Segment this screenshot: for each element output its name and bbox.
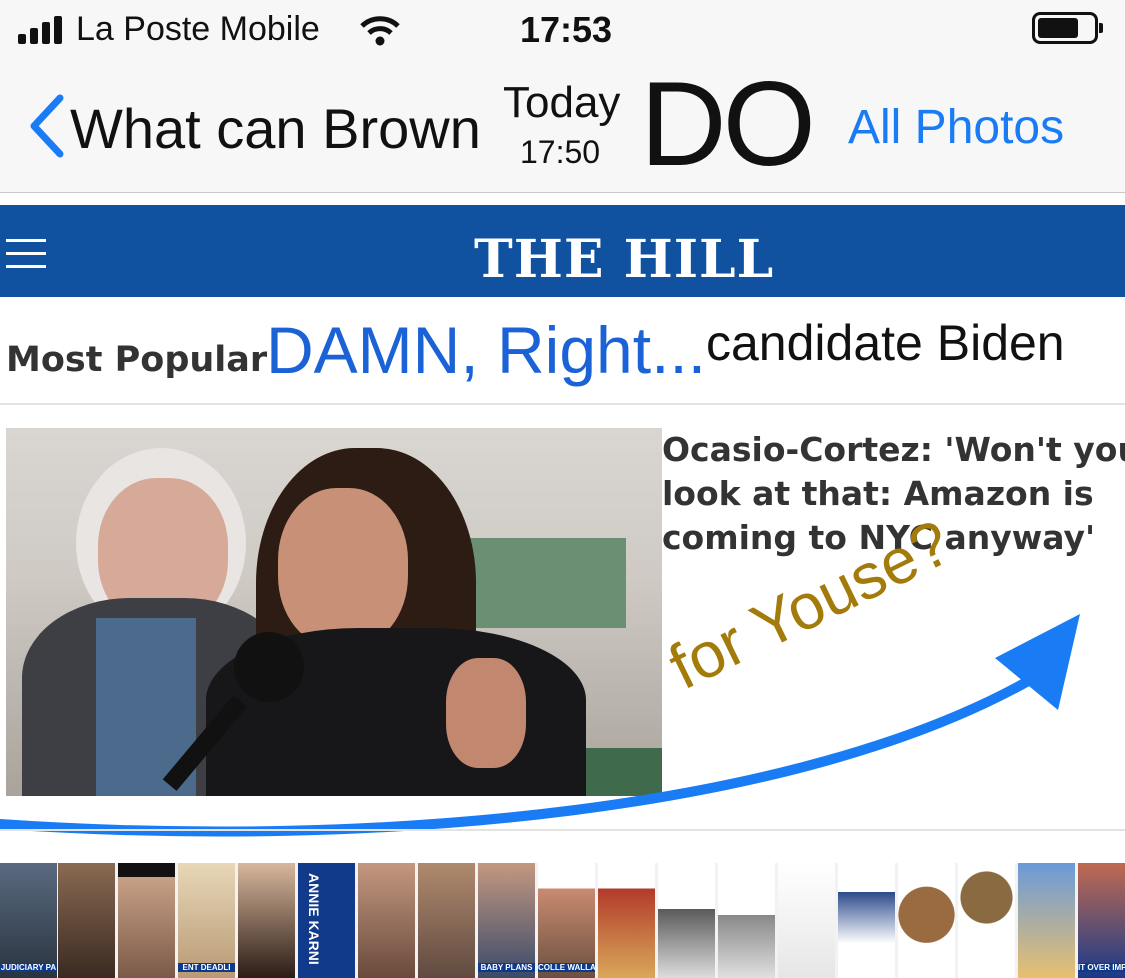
thumbnail[interactable]: ANNIE KARNI <box>298 863 355 978</box>
section-title: Most Popular <box>6 340 268 380</box>
overlay-damn-text: DAMN, Right... <box>266 313 707 387</box>
divider <box>0 403 1125 405</box>
carrier-name: La Poste Mobile <box>76 10 320 48</box>
date-label: Today <box>503 78 621 127</box>
signal-icon <box>18 14 66 44</box>
status-bar: La Poste Mobile 17:53 <box>0 0 1125 62</box>
thumbnail[interactable] <box>58 863 115 978</box>
headline-line-2: look at that: Amazon is <box>662 474 1094 513</box>
site-header: THE HILL <box>0 205 1125 297</box>
all-photos-button[interactable]: All Photos <box>848 100 1064 155</box>
time-label: 17:50 <box>520 134 601 170</box>
hamburger-menu-icon[interactable] <box>0 235 52 271</box>
thumbnail[interactable] <box>358 863 415 978</box>
thumbnail[interactable]: JUDICIARY PA <box>0 863 57 978</box>
thumbnail-label: COLLE WALLACE <box>538 963 595 972</box>
thumbnail[interactable] <box>898 863 955 978</box>
overlay-candidate-text: candidate Biden <box>706 315 1065 371</box>
clock: 17:53 <box>520 9 613 50</box>
overlay-do-text: DO <box>640 57 816 191</box>
thumbnail[interactable] <box>238 863 295 978</box>
thumbnail[interactable] <box>418 863 475 978</box>
headline-line-1: Ocasio-Cortez: 'Won't you <box>662 430 1125 469</box>
curved-arrow-icon <box>0 614 1080 837</box>
thumbnail[interactable]: COLLE WALLACE <box>538 863 595 978</box>
thumbnail[interactable]: ENT DEADLI <box>178 863 235 978</box>
thumbnail-label: JUDICIARY PA <box>0 963 57 972</box>
thumbnail[interactable] <box>658 863 715 978</box>
thumbnail-label: ANNIE KARNI <box>306 873 322 965</box>
chevron-left-icon[interactable] <box>26 94 66 158</box>
thumbnail-label: BABY PLANS <box>478 963 535 972</box>
thumbnail[interactable] <box>958 863 1015 978</box>
thumbnail[interactable] <box>598 863 655 978</box>
thumbnail[interactable] <box>1018 863 1075 978</box>
divider <box>0 829 1125 831</box>
thumbnail[interactable] <box>118 863 175 978</box>
photos-nav-bar: What can Brown Today 17:50 DO All Photos <box>0 62 1125 193</box>
back-button-label[interactable]: What can Brown <box>70 96 481 161</box>
thumbnail[interactable]: IT OVER IMPEACH <box>1078 863 1125 978</box>
thumbnail[interactable]: BABY PLANS <box>478 863 535 978</box>
wifi-icon <box>360 16 400 46</box>
thumbnail-label: ENT DEADLI <box>178 963 235 972</box>
thumbnail[interactable] <box>838 863 895 978</box>
thumbnail-label: IT OVER IMPEACH <box>1078 963 1125 972</box>
thumbnail[interactable] <box>778 863 835 978</box>
thumbnail[interactable] <box>718 863 775 978</box>
battery-icon <box>1032 12 1103 44</box>
site-logo[interactable]: THE HILL <box>474 229 774 290</box>
